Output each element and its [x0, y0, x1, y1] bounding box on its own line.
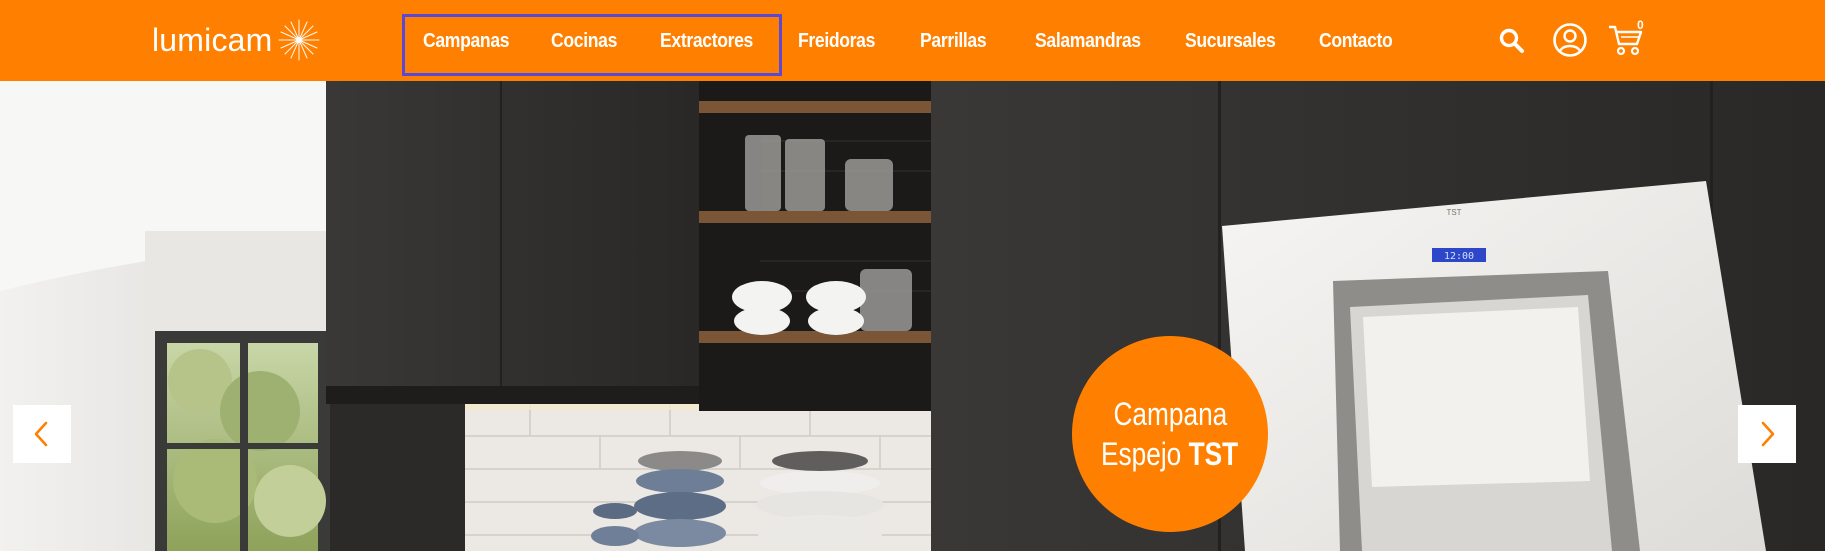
product-badge-campana-espejo-tst[interactable]: Campana Espejo TST [1072, 336, 1268, 532]
nav-item-freidoras[interactable]: Freidoras [798, 27, 875, 55]
chevron-right-icon [1761, 421, 1775, 447]
account-button[interactable] [1552, 22, 1588, 58]
search-icon [1499, 28, 1524, 53]
slider-next-button[interactable] [1738, 405, 1796, 463]
hood-display-readout: 12:00 [1444, 251, 1474, 262]
nav-item-parrillas[interactable]: Parrillas [920, 27, 987, 55]
brand-logo[interactable]: lumicam [152, 18, 323, 62]
hero-slider: 12:00 TST Campana Espejo TST [0, 81, 1825, 551]
badge-line-2-strong: TST [1188, 436, 1239, 472]
kitchen-hero-image: 12:00 TST [0, 81, 1825, 551]
badge-line-1: Campana [1113, 396, 1227, 432]
search-button[interactable] [1497, 26, 1527, 56]
slider-prev-button[interactable] [13, 405, 71, 463]
starburst-logo-icon [278, 19, 320, 61]
hood-brand-mark: TST [1446, 208, 1461, 217]
top-navigation-bar: lumicam Campanas Cocinas Extractores Fre… [0, 0, 1825, 81]
user-circle-icon [1553, 23, 1587, 57]
badge-line-2-prefix: Espejo [1101, 436, 1182, 472]
chevron-left-icon [34, 421, 48, 447]
nav-item-salamandras[interactable]: Salamandras [1035, 27, 1141, 55]
nav-item-sucursales[interactable]: Sucursales [1185, 27, 1276, 55]
nav-item-contacto[interactable]: Contacto [1319, 27, 1393, 55]
brand-name: lumicam [152, 21, 273, 58]
menu-selection-outline [402, 14, 782, 76]
badge-line-2: Espejo TST [1101, 434, 1238, 474]
cart-count-badge: 0 [1637, 18, 1644, 32]
